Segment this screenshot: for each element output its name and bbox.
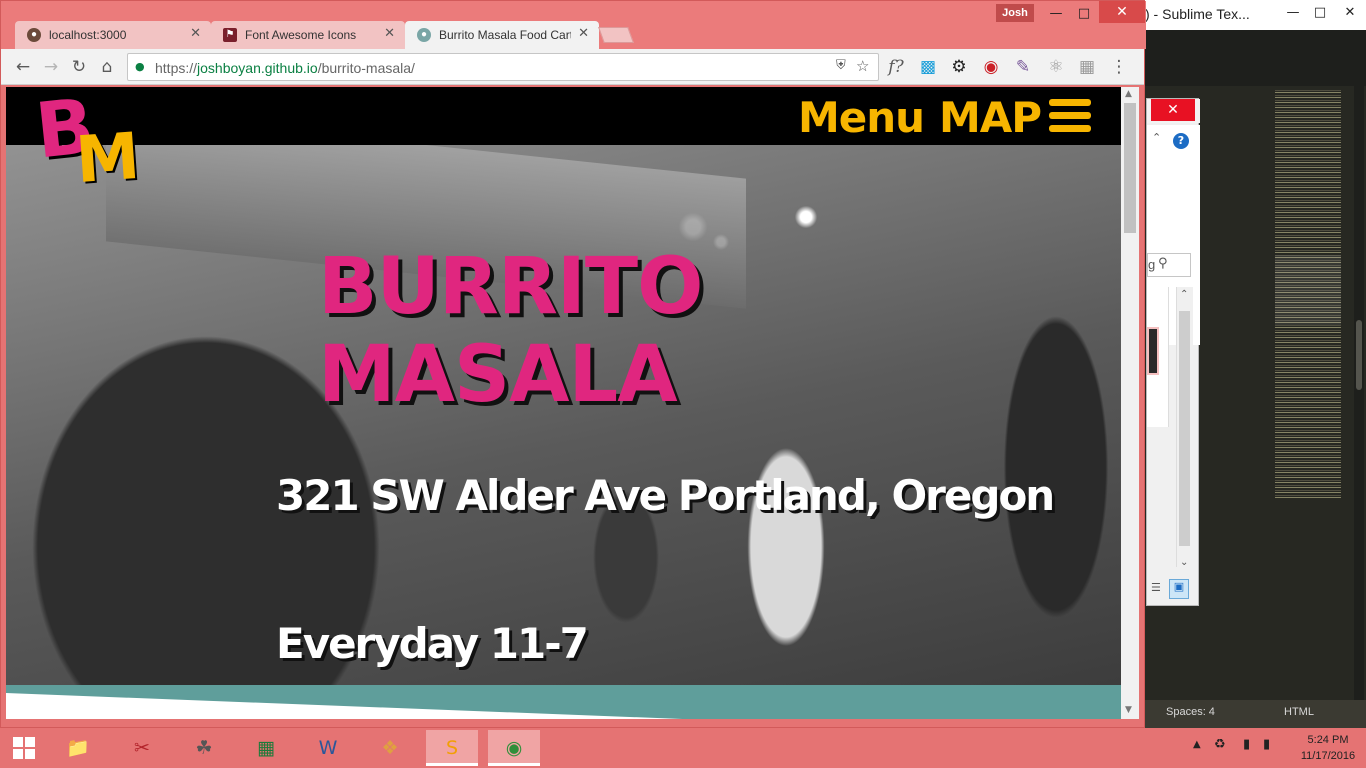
nav-map-link[interactable]: MAP [939, 93, 1042, 142]
search-input-text: g [1148, 257, 1156, 272]
page-scrollbar-thumb[interactable] [1124, 103, 1136, 233]
close-tab-icon[interactable]: ✕ [384, 26, 395, 41]
close-icon[interactable]: ✕ [1335, 2, 1365, 24]
hero-title-line: BURRITO [318, 242, 703, 332]
clock-date: 11/17/2016 [1300, 750, 1356, 762]
tab-font-awesome[interactable]: ⚑ Font Awesome Icons ✕ [211, 21, 405, 49]
close-tab-icon[interactable]: ✕ [190, 26, 201, 41]
file-explorer-icon[interactable]: 📁 [52, 730, 104, 766]
nav-menu-link[interactable]: Menu [798, 93, 925, 142]
home-icon[interactable]: ⌂ [95, 55, 119, 79]
calculator-icon[interactable]: ▦ [240, 730, 292, 766]
url-host: joshboyan.github.io [197, 60, 318, 76]
react-icon[interactable]: ⚛ [1044, 55, 1068, 79]
tab-title: Burrito Masala Food Cart [439, 28, 571, 42]
sync-icon[interactable]: ♻ [1214, 737, 1226, 752]
url-path: /burrito-masala/ [317, 60, 415, 76]
forward-icon[interactable]: → [39, 55, 63, 79]
sublime-text-icon[interactable]: S [426, 730, 478, 766]
pinterest-icon[interactable]: ◉ [979, 55, 1003, 79]
browser-window[interactable]: ● localhost:3000 ✕ ⚑ Font Awesome Icons … [0, 0, 1146, 728]
windows-start-button[interactable] [4, 732, 46, 764]
maximize-icon[interactable]: □ [1069, 3, 1099, 25]
help-icon[interactable]: ? [1173, 133, 1189, 149]
url-scheme: https:// [155, 60, 198, 76]
file-dialog-window[interactable]: ✕ ⌃ ? g ⚲ ⌃ ⌄ ☰ ▣ [1146, 98, 1200, 606]
snipping-tool-icon[interactable]: ✂ [116, 730, 168, 766]
formula-icon[interactable]: f? [884, 55, 908, 79]
word-icon[interactable]: W [302, 730, 354, 766]
taskbar: 📁 ✂ ☘ ▦ W ❖ S ◉ ▲ ♻ ▮ ▮ 5:24 PM 11/17/20… [0, 728, 1366, 768]
hero-hours: Everyday 11-7 [276, 619, 589, 668]
hero-title: BURRITO MASALA [318, 243, 738, 419]
sublime-tab-bar[interactable] [1145, 30, 1366, 86]
show-hidden-icons[interactable]: ▲ [1193, 739, 1201, 750]
minimap-viewport[interactable] [1275, 255, 1341, 325]
thumbnail-view-icon[interactable]: ▣ [1169, 579, 1189, 599]
chevron-up-icon[interactable]: ⌃ [1152, 131, 1161, 144]
gimp-icon[interactable]: ☘ [178, 730, 230, 766]
battery-icon[interactable]: ▮ [1243, 737, 1250, 752]
hamburger-menu-icon[interactable] [1049, 99, 1091, 133]
tab-burrito-masala[interactable]: ● Burrito Masala Food Cart ✕ [405, 21, 599, 49]
feedly-icon[interactable]: ▩ [916, 55, 940, 79]
eyedropper-icon[interactable]: ✎ [1011, 55, 1035, 79]
scroll-down-icon[interactable]: ▼ [1125, 705, 1132, 715]
flag-icon: ⚑ [223, 28, 237, 42]
system-clock[interactable]: 5:24 PM 11/17/2016 [1290, 732, 1366, 764]
close-icon[interactable]: ✕ [1099, 1, 1145, 23]
dialog-titlebar[interactable]: ✕ [1147, 99, 1200, 123]
url-text[interactable]: https://joshboyan.github.io/burrito-masa… [155, 60, 415, 76]
web-page[interactable]: Menu MAP B M BURRITO MASALA 321 SW Alder… [6, 87, 1121, 719]
hero-address: 321 SW Alder Ave Portland, Oregon [276, 471, 1055, 520]
chevron-down-icon[interactable]: ⌄ [1180, 557, 1188, 568]
back-icon[interactable]: ← [11, 55, 35, 79]
browser-toolbar: ← → ↻ ⌂ ● https://joshboyan.github.io/bu… [1, 49, 1144, 85]
site-header: Menu MAP [6, 87, 1121, 145]
close-icon[interactable]: ✕ [1151, 99, 1195, 121]
indentation-setting[interactable]: Spaces: 4 [1166, 706, 1215, 718]
reload-icon[interactable]: ↻ [67, 55, 91, 79]
clock-time: 5:24 PM [1307, 734, 1349, 746]
chevron-up-icon[interactable]: ⌃ [1180, 289, 1188, 300]
wifi-icon[interactable]: ▮ [1263, 737, 1270, 752]
sublime-status-bar: Spaces: 4 HTML [1145, 700, 1366, 730]
syntax-setting[interactable]: HTML [1284, 706, 1314, 718]
editor-scrollbar[interactable] [1354, 86, 1364, 700]
sublime-titlebar[interactable]: ) - Sublime Tex... — □ ✕ [1145, 0, 1366, 30]
more-icon[interactable]: ⋮ [1107, 55, 1131, 79]
file-thumbnail[interactable] [1147, 327, 1159, 375]
editor-scrollbar-thumb[interactable] [1356, 320, 1362, 390]
close-tab-icon[interactable]: ✕ [578, 26, 589, 41]
profile-button[interactable]: Josh [996, 4, 1034, 22]
maximize-icon[interactable]: □ [1305, 2, 1335, 24]
dialog-scrollbar-thumb[interactable] [1179, 311, 1190, 546]
tab-title: Font Awesome Icons [245, 28, 357, 42]
new-tab-button[interactable] [598, 27, 634, 43]
browser-tab-strip[interactable]: ● localhost:3000 ✕ ⚑ Font Awesome Icons … [1, 1, 1146, 49]
hero-title-line: MASALA [318, 330, 678, 420]
globe-icon: ● [27, 28, 41, 42]
chrome-icon[interactable]: ◉ [488, 730, 540, 766]
shield-icon[interactable]: ⛨ [836, 58, 846, 73]
tab-title: localhost:3000 [49, 28, 127, 42]
site-logo[interactable]: B M [31, 87, 142, 198]
search-icon[interactable]: ⚲ [1158, 256, 1168, 271]
address-bar[interactable]: ● https://joshboyan.github.io/burrito-ma… [127, 53, 879, 81]
logo-letter-m: M [73, 119, 143, 199]
gear-icon[interactable]: ⚙ [947, 55, 971, 79]
minimize-icon[interactable]: — [1278, 2, 1308, 24]
tab-localhost[interactable]: ● localhost:3000 ✕ [15, 21, 211, 49]
qr-icon[interactable]: ▦ [1075, 55, 1099, 79]
lock-icon[interactable]: ● [135, 60, 149, 74]
search-input[interactable]: g ⚲ [1147, 253, 1191, 277]
minimize-icon[interactable]: — [1041, 3, 1071, 25]
bookmark-star-icon[interactable]: ☆ [856, 57, 869, 75]
app-icon[interactable]: ❖ [364, 730, 416, 766]
scroll-up-icon[interactable]: ▲ [1125, 89, 1132, 99]
details-view-icon[interactable]: ☰ [1151, 581, 1167, 597]
github-icon: ● [417, 28, 431, 42]
sublime-window-title: ) - Sublime Tex... [1145, 6, 1250, 22]
